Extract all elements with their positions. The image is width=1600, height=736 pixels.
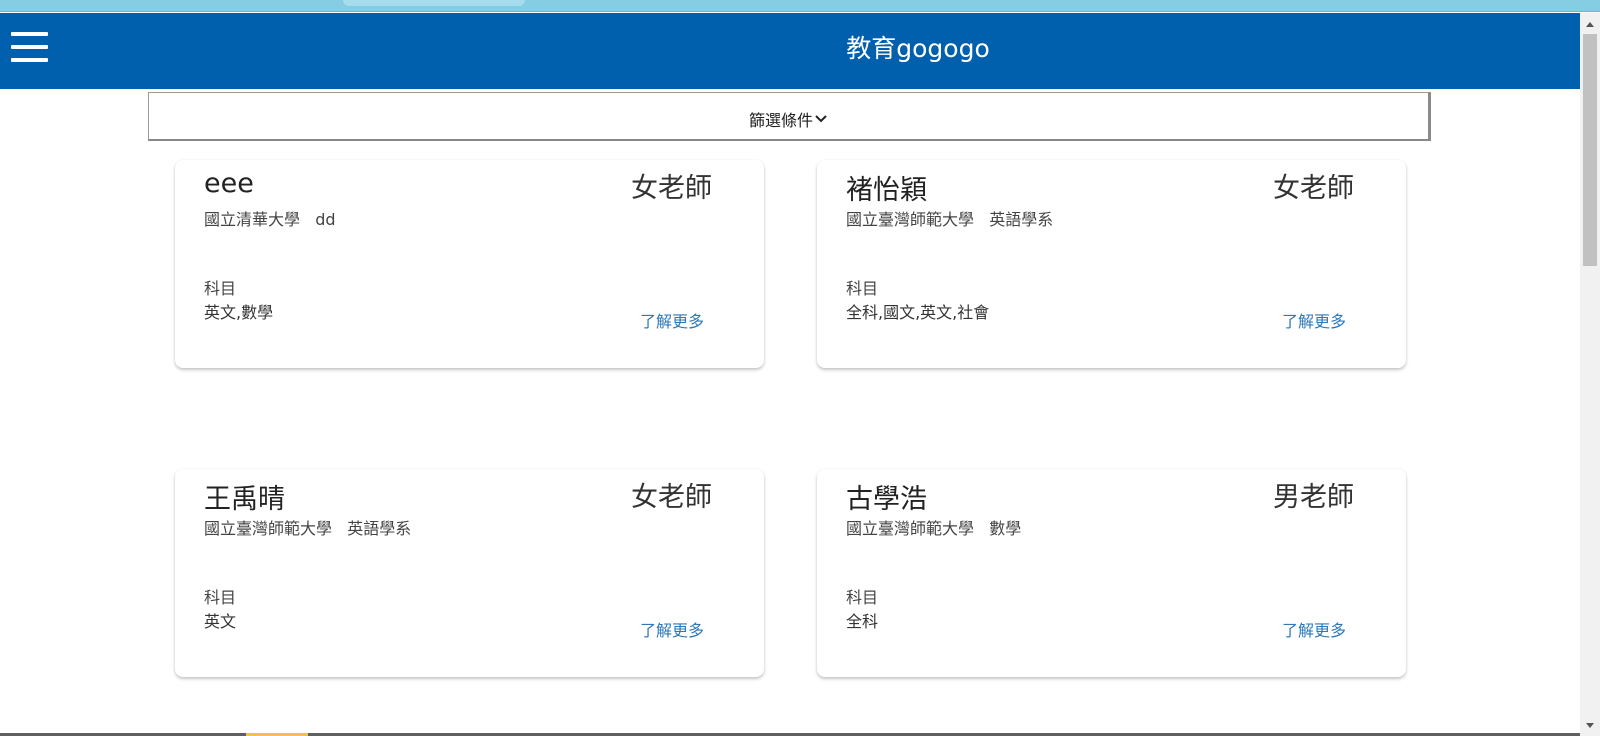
- teacher-school: 國立臺灣師範大學 英語學系: [846, 210, 1054, 229]
- chevron-down-icon: [815, 115, 827, 123]
- teacher-gender: 女老師: [631, 173, 712, 204]
- teacher-name: 褚怡穎: [846, 175, 927, 206]
- browser-tab[interactable]: [343, 0, 525, 6]
- subject-label: 科目: [204, 588, 237, 607]
- vertical-scrollbar[interactable]: [1580, 13, 1600, 736]
- subject-label: 科目: [204, 279, 237, 298]
- teacher-card: eee 女老師 國立清華大學 dd 科目 英文,數學 了解更多: [175, 160, 764, 368]
- filter-toggle-button[interactable]: 篩選條件: [148, 92, 1431, 141]
- subject-label: 科目: [846, 279, 879, 298]
- page-title: 教育gogogo: [846, 34, 990, 63]
- teacher-subjects: 全科: [846, 612, 879, 631]
- browser-tab-strip: [0, 0, 1600, 12]
- teacher-gender: 男老師: [1273, 482, 1354, 513]
- learn-more-link[interactable]: 了解更多: [1282, 617, 1346, 641]
- hamburger-menu-icon[interactable]: [11, 32, 49, 64]
- scroll-up-icon[interactable]: [1586, 22, 1594, 27]
- subject-label: 科目: [846, 588, 879, 607]
- learn-more-link[interactable]: 了解更多: [640, 308, 704, 332]
- scroll-thumb[interactable]: [1583, 34, 1597, 266]
- learn-more-link[interactable]: 了解更多: [640, 617, 704, 641]
- teacher-name: 古學浩: [846, 484, 927, 515]
- teacher-card: 王禹晴 女老師 國立臺灣師範大學 英語學系 科目 英文 了解更多: [175, 469, 764, 677]
- teacher-subjects: 全科,國文,英文,社會: [846, 303, 990, 322]
- scroll-down-icon[interactable]: [1586, 723, 1594, 728]
- teacher-card: 古學浩 男老師 國立臺灣師範大學 數學 科目 全科 了解更多: [817, 469, 1406, 677]
- filter-label: 篩選條件: [748, 111, 813, 130]
- teacher-school: 國立清華大學 dd: [204, 210, 336, 229]
- teacher-gender: 女老師: [631, 482, 712, 513]
- learn-more-link[interactable]: 了解更多: [1282, 308, 1346, 332]
- app-header: 教育gogogo: [0, 13, 1580, 89]
- teacher-school: 國立臺灣師範大學 數學: [846, 519, 1022, 538]
- teacher-gender: 女老師: [1273, 173, 1354, 204]
- teacher-subjects: 英文: [204, 612, 237, 631]
- teacher-subjects: 英文,數學: [204, 303, 274, 322]
- teacher-name: 王禹晴: [204, 484, 285, 515]
- teacher-school: 國立臺灣師範大學 英語學系: [204, 519, 412, 538]
- teacher-name: eee: [204, 168, 254, 199]
- teacher-card: 褚怡穎 女老師 國立臺灣師範大學 英語學系 科目 全科,國文,英文,社會 了解更…: [817, 160, 1406, 368]
